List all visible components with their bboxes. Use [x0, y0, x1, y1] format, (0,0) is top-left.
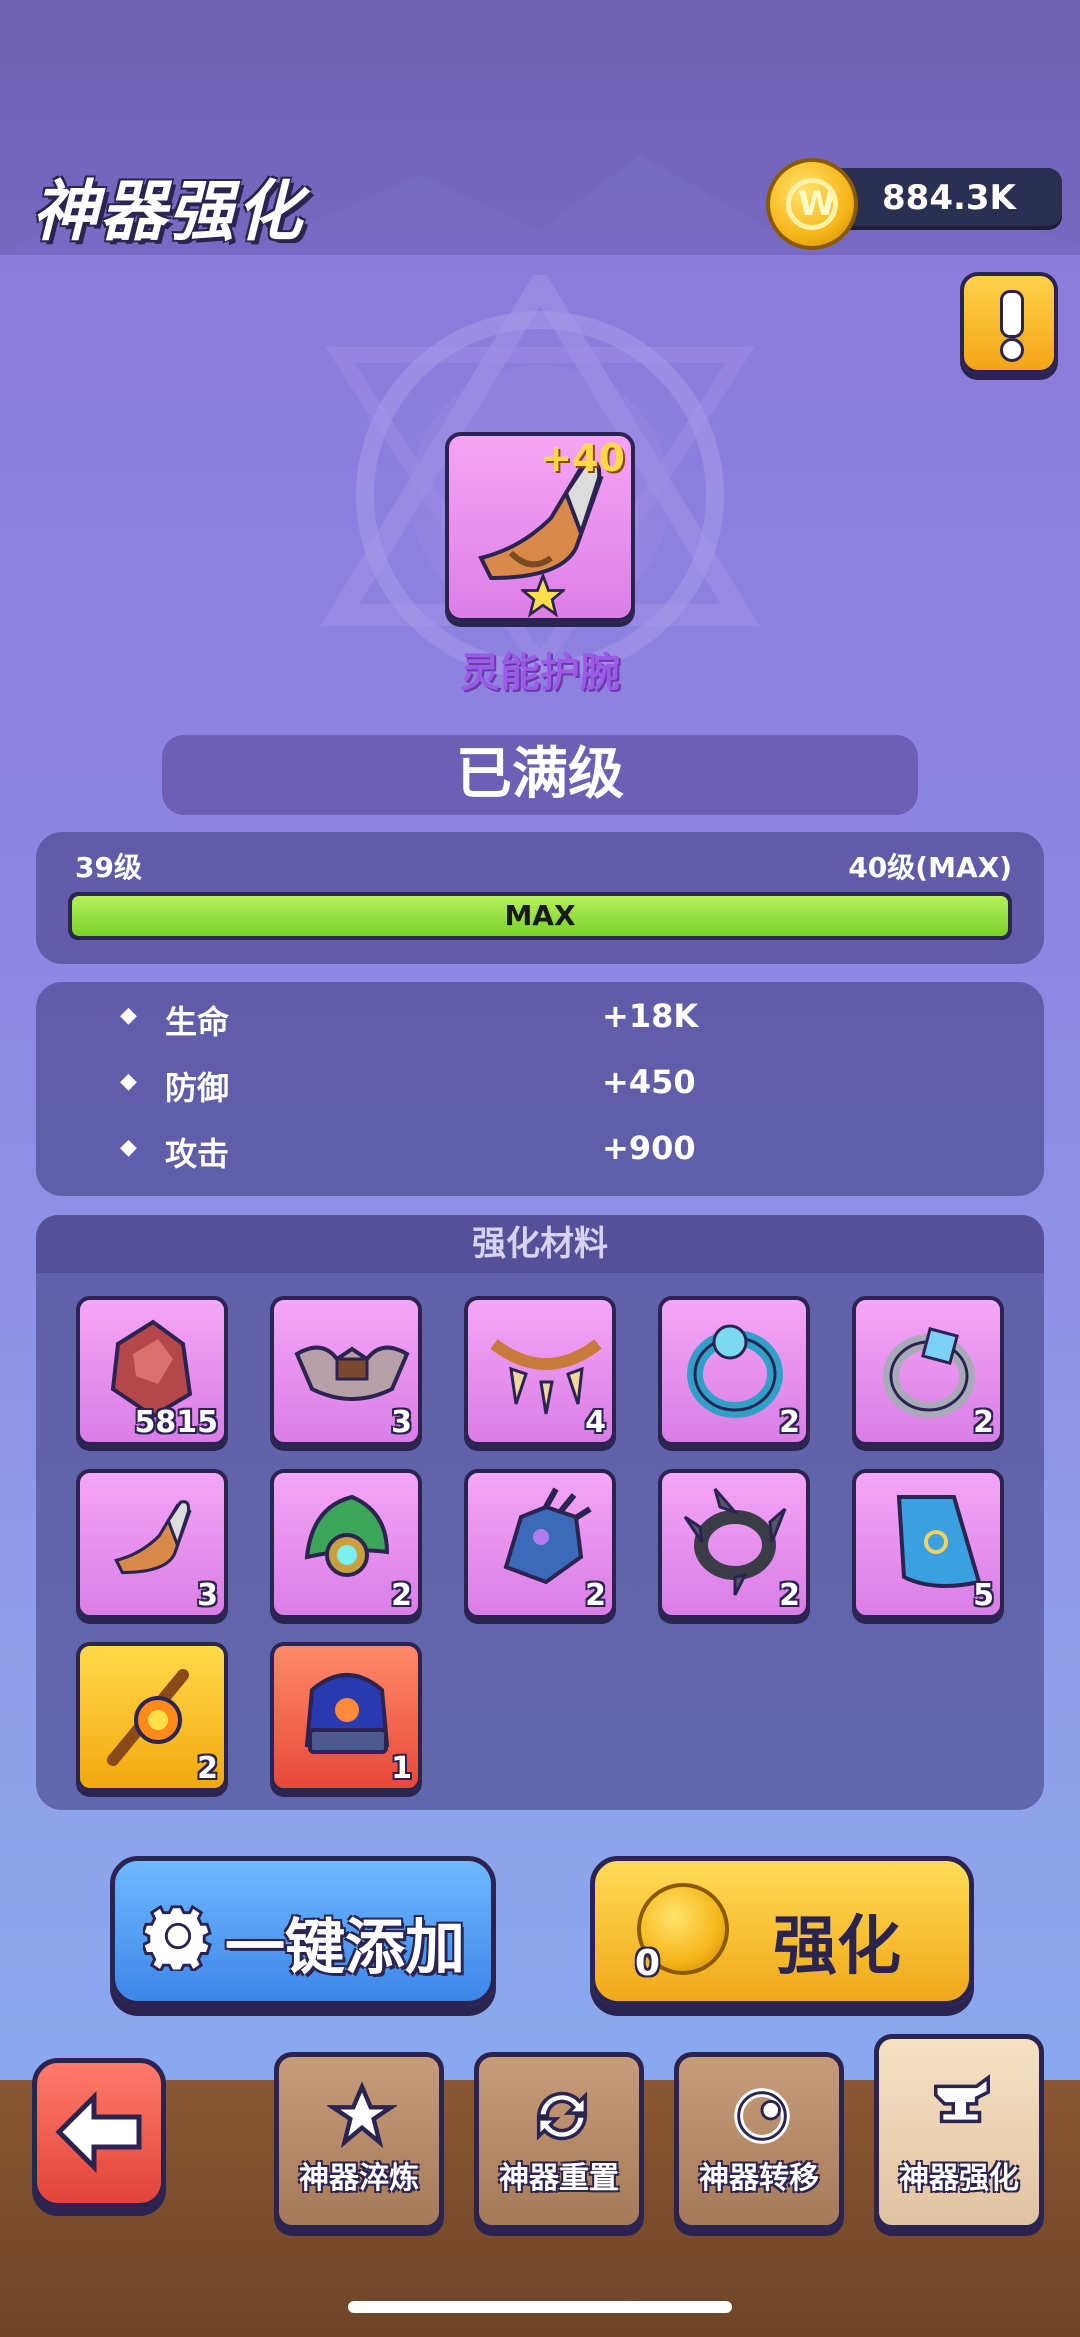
auto-add-label: 一键添加	[225, 1913, 465, 1983]
material-tile[interactable]: 2	[658, 1296, 810, 1446]
anvil-icon	[934, 2074, 990, 2124]
stat-row-hp: ◆ 生命 +18K	[120, 997, 699, 1041]
stat-name: 防御	[165, 1069, 230, 1107]
stat-value: +18K	[602, 997, 699, 1035]
material-tile[interactable]: 1	[270, 1642, 422, 1792]
info-button[interactable]	[960, 272, 1058, 374]
material-tile[interactable]: 2	[76, 1642, 228, 1792]
gear-icon	[143, 1904, 212, 1971]
reset-icon	[536, 2091, 588, 2141]
stat-name: 攻击	[165, 1135, 230, 1173]
stat-name: 生命	[165, 1003, 230, 1041]
material-tile[interactable]: 2	[464, 1469, 616, 1619]
stat-value: +450	[602, 1063, 696, 1101]
tab-artifact-transfer[interactable]: 神器转移	[674, 2052, 844, 2230]
leaf-amulet-icon	[304, 1494, 390, 1577]
stat-row-def: ◆ 防御 +450	[120, 1063, 696, 1107]
tab-artifact-enhance[interactable]: 神器强化	[874, 2034, 1044, 2230]
current-level: 39级	[75, 851, 142, 884]
artifact-slot[interactable]: +40	[445, 432, 635, 622]
claw-gauntlet-icon	[503, 1487, 592, 1585]
star-hammer-icon	[327, 2081, 397, 2149]
arrow-left-icon	[55, 2090, 142, 2174]
transfer-icon	[734, 2088, 790, 2144]
gold-coin-icon: W	[766, 158, 858, 250]
material-tile[interactable]: 2	[852, 1296, 1004, 1446]
level-progress-bar: MAX	[68, 892, 1012, 940]
silver-ring-icon	[883, 1327, 975, 1418]
fire-staff-icon	[107, 1669, 189, 1766]
material-tile[interactable]: 2	[658, 1469, 810, 1619]
spirit-book-icon	[304, 1673, 390, 1754]
tab-artifact-refine[interactable]: 神器淬炼	[274, 2052, 444, 2230]
progress-fill: MAX	[72, 896, 1008, 936]
page-title: 神器强化	[32, 173, 304, 250]
enhance-button[interactable]: 0 强化	[590, 1856, 974, 2006]
exclamation-icon	[1000, 290, 1024, 338]
enhance-label: 强化	[773, 1910, 901, 1984]
material-tile[interactable]: 2	[270, 1469, 422, 1619]
blue-ring-icon	[687, 1324, 783, 1418]
next-level: 40级(MAX)	[848, 851, 1012, 884]
materials-title: 强化材料	[36, 1215, 1044, 1273]
blue-cape-icon	[896, 1495, 982, 1588]
material-tile[interactable]: 3	[76, 1469, 228, 1619]
material-tile[interactable]: 5815	[76, 1296, 228, 1446]
enhance-level: +40	[540, 436, 625, 480]
currency-amount: 884.3K	[882, 178, 1016, 218]
enhance-cost: 0	[635, 1943, 661, 1984]
back-button[interactable]	[32, 2058, 166, 2208]
tab-artifact-reset[interactable]: 神器重置	[474, 2052, 644, 2230]
spiked-ring-icon	[683, 1488, 787, 1596]
bracer-icon	[114, 1500, 192, 1575]
stat-value: +900	[602, 1129, 696, 1167]
status-banner: 已满级	[162, 735, 918, 815]
home-indicator	[348, 2301, 732, 2313]
material-tile[interactable]: 3	[270, 1296, 422, 1446]
stat-row-atk: ◆ 攻击 +900	[120, 1129, 696, 1173]
material-tile[interactable]: 4	[464, 1296, 616, 1446]
material-tile[interactable]: 5	[852, 1469, 1004, 1619]
auto-add-button[interactable]: 一键添加	[110, 1856, 496, 2006]
star-icon	[521, 574, 565, 618]
artifact-name: 灵能护腕	[460, 650, 620, 696]
